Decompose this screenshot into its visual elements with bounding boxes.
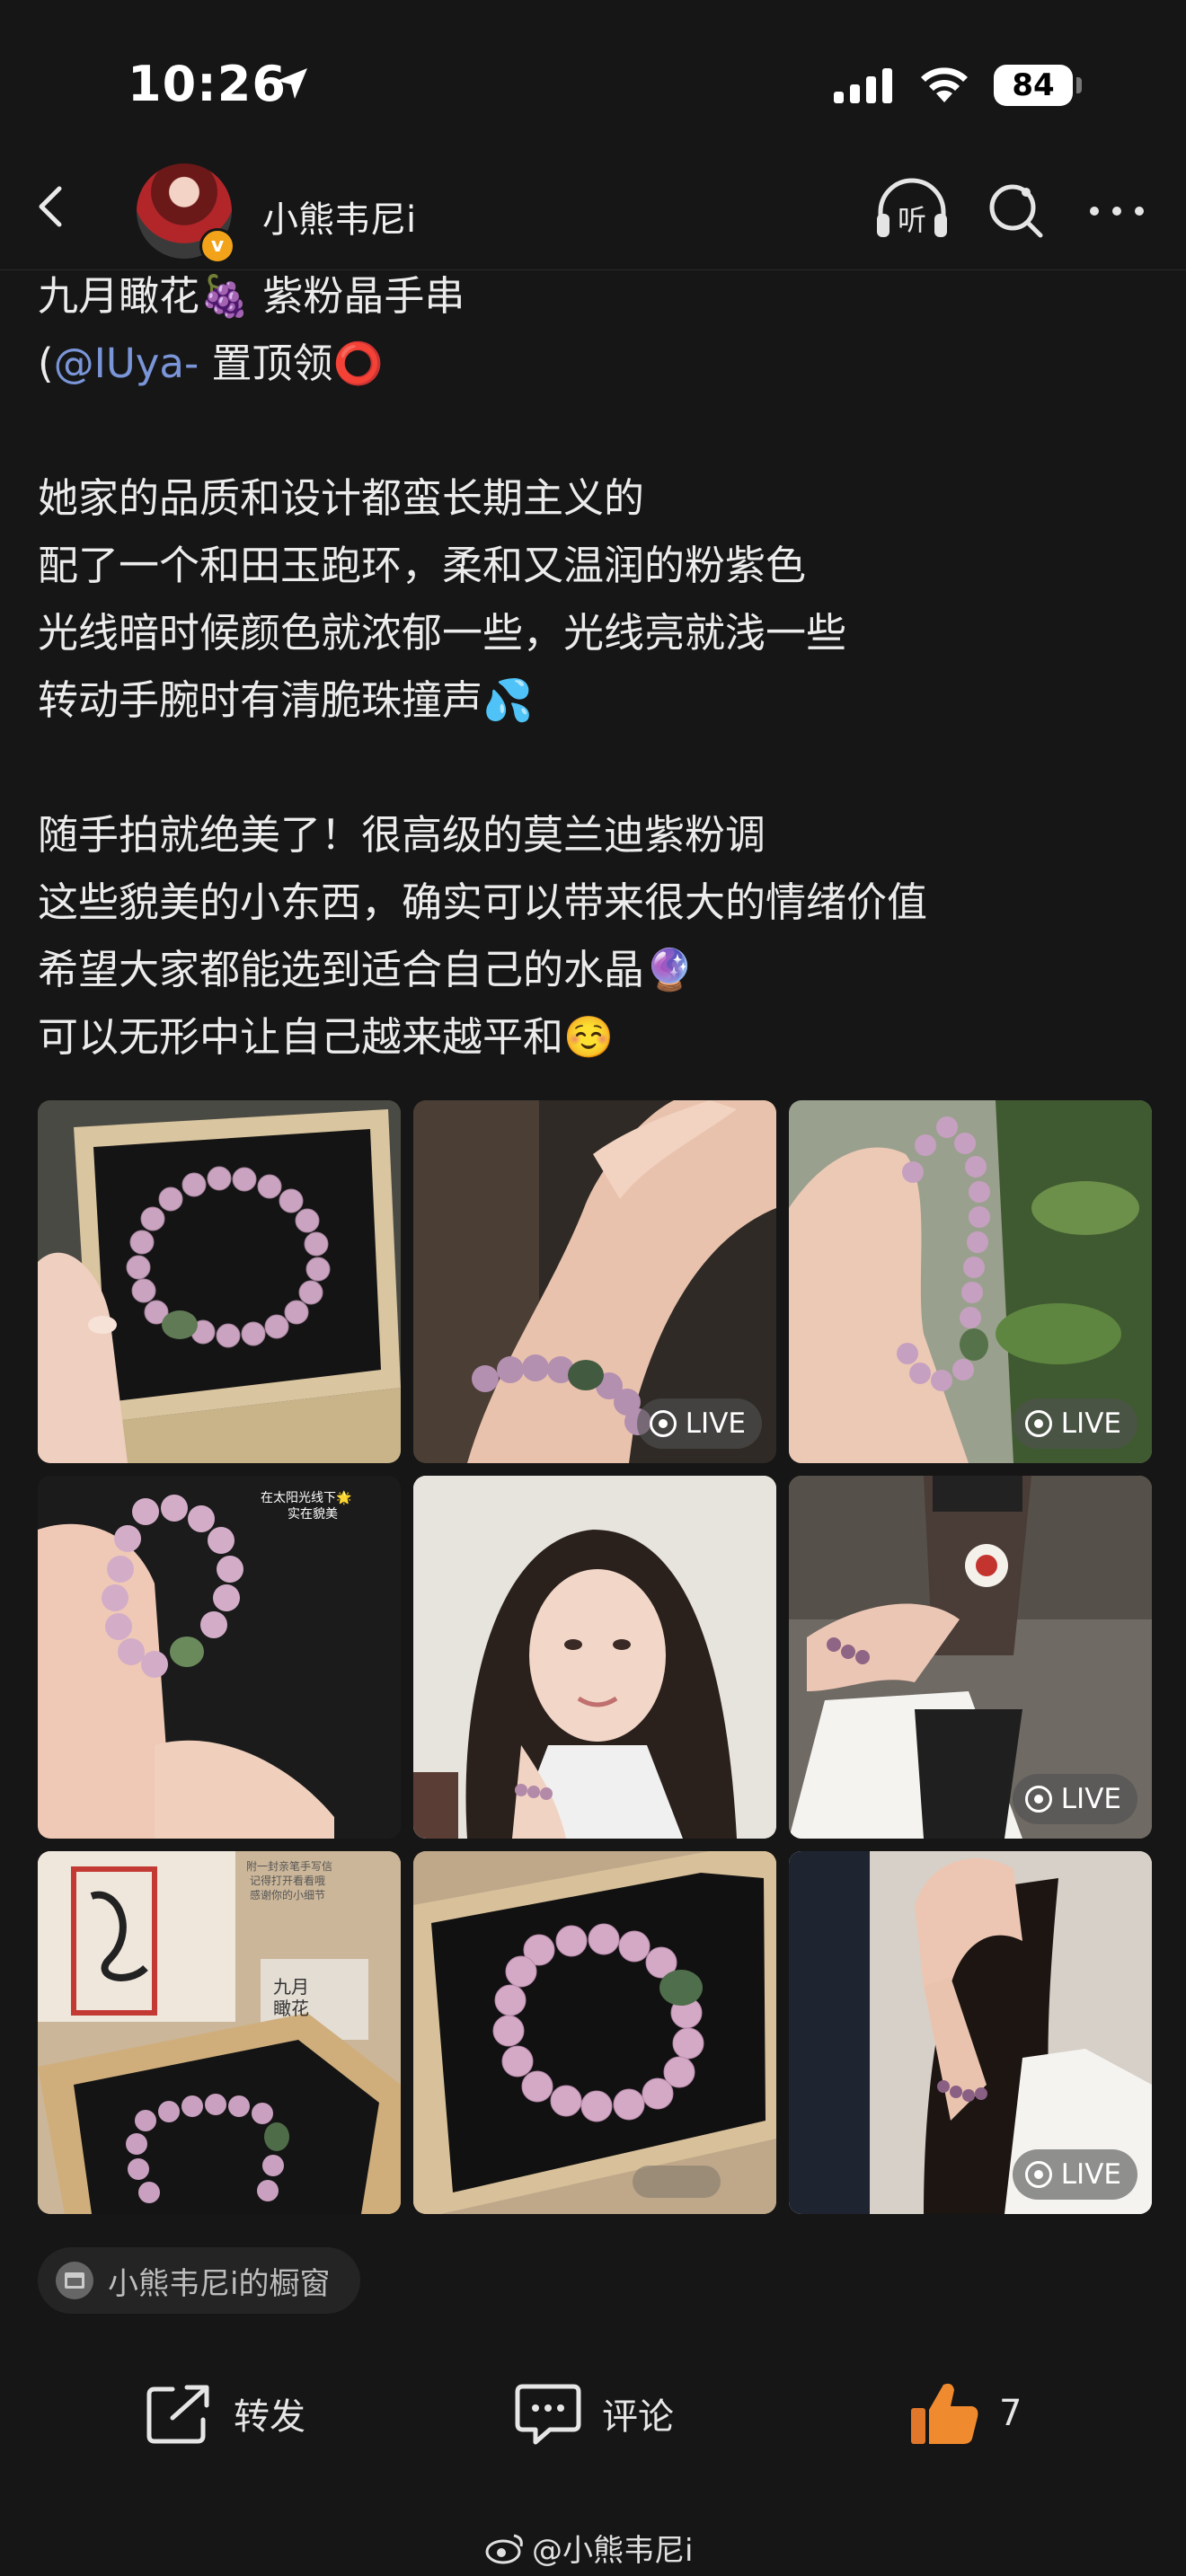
post-line: 她家的品质和设计都蛮长期主义的 [38, 474, 645, 522]
photo-bracelet-on-wrist[interactable]: LIVE [413, 1100, 776, 1463]
photo-woman-white-shirt[interactable]: LIVE [789, 1851, 1152, 2214]
pin-text: 置顶领⭕ [199, 340, 384, 387]
shop-window-label: 小熊韦尼i的橱窗 [108, 2265, 331, 2302]
repost-button[interactable]: 转发 [146, 2382, 305, 2445]
like-count: 7 [999, 2393, 1022, 2434]
live-photo-badge: LIVE [1012, 2149, 1137, 2200]
live-icon [1024, 1410, 1052, 1437]
post-body: 九月瞰花🍇 紫粉晶手串 (@IUya- 置顶领⭕ 她家的品质和设计都蛮长期主义的… [38, 262, 1152, 1071]
post-header: v 小熊韦尼i 听 [0, 153, 1186, 270]
photo-caption: 实在貌美 [288, 1507, 338, 1522]
live-label: LIVE [685, 1407, 746, 1440]
action-bar: 转发 评论 7 [0, 2346, 1186, 2481]
photo-selfie[interactable] [413, 1476, 776, 1839]
live-label: LIVE [1060, 2158, 1121, 2191]
repost-label: 转发 [234, 2396, 305, 2438]
like-button[interactable]: 7 [909, 2382, 1022, 2445]
post-line: 光线暗时候颜色就浓郁一些，光线亮就浅一些 [38, 609, 847, 657]
post-line: 这些貌美的小东西，确实可以带来很大的情绪价值 [38, 878, 928, 926]
shop-icon [56, 2262, 93, 2299]
paren: ( [38, 340, 54, 387]
photo-cup-and-bracelet[interactable]: LIVE [789, 1476, 1152, 1839]
battery-level: 84 [994, 65, 1073, 106]
photo-bracelet-black-box[interactable] [413, 1851, 776, 2214]
live-photo-badge: LIVE [636, 1398, 762, 1449]
thumbs-up-icon [911, 2383, 978, 2444]
listen-label: 听 [898, 203, 926, 237]
black-box-illustration [413, 1851, 776, 2214]
photo-bracelet-held[interactable]: LIVE [789, 1100, 1152, 1463]
comment-icon [515, 2384, 581, 2445]
status-bar: 10:26 84 [0, 0, 1186, 153]
live-icon [649, 1410, 677, 1437]
post-line-blank [38, 397, 1152, 464]
battery-tip [1076, 77, 1082, 93]
sunlight-illustration [38, 1476, 401, 1839]
post-line: 九月瞰花🍇 紫粉晶手串 [38, 272, 465, 320]
post-line: 可以无形中让自己越来越平和☺️ [38, 1013, 615, 1061]
post-line: 配了一个和田玉跑环，柔和又温润的粉紫色 [38, 542, 807, 589]
post-line: 希望大家都能选到适合自己的水晶🔮 [38, 946, 695, 993]
photo-bracelet-sunlight[interactable]: 在太阳光线下🌟 实在貌美 [38, 1476, 401, 1839]
verified-badge-icon: v [199, 228, 235, 264]
share-icon [146, 2385, 209, 2444]
photo-packaging[interactable]: 附一封亲笔手写信 记得打开看看哦 感谢你的小细节 九月 瞰花 [38, 1851, 401, 2214]
live-photo-badge: LIVE [1012, 1398, 1137, 1449]
shop-window-link[interactable]: 小熊韦尼i的橱窗 [38, 2247, 361, 2314]
photo-caption: 感谢你的小细节 [250, 1889, 326, 1901]
weibo-logo-icon [485, 2534, 523, 2563]
user-name[interactable]: 小熊韦尼i [262, 190, 416, 243]
live-icon [1024, 1786, 1052, 1813]
comment-label: 评论 [602, 2396, 674, 2438]
post-line: 随手拍就绝美了！很高级的莫兰迪紫粉调 [38, 811, 766, 859]
live-label: LIVE [1060, 1783, 1121, 1815]
photo-caption: 在太阳光线下🌟 [261, 1491, 352, 1505]
selfie-illustration [413, 1476, 776, 1839]
live-label: LIVE [1060, 1407, 1121, 1440]
back-chevron-icon[interactable] [25, 180, 79, 234]
post-line-blank [38, 734, 1152, 801]
listen-headphones-icon[interactable]: 听 [873, 178, 951, 241]
location-arrow-icon [277, 68, 307, 99]
post-line: 转动手腕时有清脆珠撞声💦 [38, 676, 534, 724]
search-icon[interactable] [985, 180, 1048, 243]
cellular-signal-icon [834, 68, 892, 103]
mention-link[interactable]: @IUya- [54, 340, 199, 387]
wifi-icon [921, 67, 968, 102]
image-grid: LIVE LIVE 在太阳光线下🌟 实在貌美 LIVE 附一封亲笔手写信 记得打… [38, 1100, 1152, 2214]
live-icon [1024, 2161, 1052, 2188]
more-options-icon[interactable] [1085, 180, 1148, 243]
watermark-text: @小熊韦尼i [532, 2533, 694, 2569]
status-time: 10:26 [128, 56, 287, 112]
post-line-with-mention: (@IUya- 置顶领⭕ [38, 330, 1152, 397]
weibo-watermark: @小熊韦尼i [485, 2526, 693, 2570]
card-text: 九月 [273, 1976, 309, 1998]
card-text: 瞰花 [273, 1998, 309, 2019]
packaging-illustration [38, 1851, 401, 2214]
bracelet-box-illustration [38, 1100, 401, 1463]
live-photo-badge: LIVE [1012, 1774, 1137, 1824]
photo-bracelet-in-box[interactable] [38, 1100, 401, 1463]
comment-button[interactable]: 评论 [514, 2382, 674, 2445]
